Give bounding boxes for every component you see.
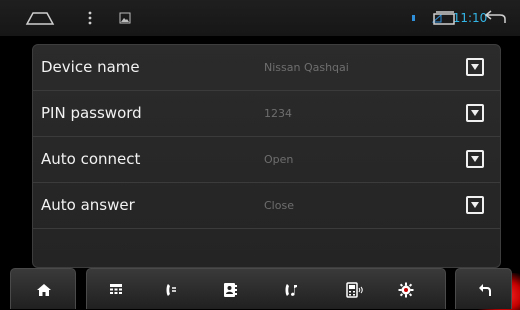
keypad-icon[interactable]	[103, 269, 129, 310]
bluetooth-dot-icon	[408, 0, 418, 36]
row-label: Auto connect	[41, 150, 141, 168]
dropdown-arrow-icon[interactable]	[466, 104, 484, 122]
row-value: 1234	[264, 107, 292, 120]
dropdown-arrow-icon[interactable]	[466, 196, 484, 214]
image-icon	[118, 0, 132, 36]
home-button[interactable]	[10, 268, 76, 309]
device-icon[interactable]	[341, 269, 369, 310]
home-outline-icon[interactable]	[22, 0, 58, 36]
home-icon	[11, 269, 77, 310]
row-value: Close	[264, 199, 294, 212]
bottom-nav-bar	[0, 268, 520, 310]
row-value: Nissan Qashqai	[264, 61, 349, 74]
back-button[interactable]	[455, 268, 512, 309]
row-label: Device name	[41, 58, 140, 76]
bluetooth-settings-panel: Device name Nissan Qashqai PIN password …	[32, 44, 501, 268]
music-icon[interactable]	[279, 269, 305, 310]
row-label: Auto answer	[41, 196, 135, 214]
call-log-icon[interactable]	[159, 269, 183, 310]
row-label: PIN password	[41, 104, 142, 122]
recent-apps-icon[interactable]	[432, 0, 456, 36]
settings-icon[interactable]	[393, 269, 419, 310]
settings-row-pin-password[interactable]: PIN password 1234	[33, 91, 500, 137]
menu-dots-icon[interactable]	[84, 0, 96, 36]
back-icon[interactable]	[480, 0, 510, 36]
back-arrow-icon	[456, 269, 513, 310]
settings-row-auto-connect[interactable]: Auto connect Open	[33, 137, 500, 183]
settings-row-device-name[interactable]: Device name Nissan Qashqai	[33, 45, 500, 91]
bluetooth-function-tabs	[86, 268, 520, 310]
settings-row-auto-answer[interactable]: Auto answer Close	[33, 183, 500, 229]
contacts-icon[interactable]	[217, 269, 243, 310]
status-bar: 11:10	[0, 0, 520, 36]
dropdown-arrow-icon[interactable]	[466, 150, 484, 168]
row-value: Open	[264, 153, 294, 166]
dropdown-arrow-icon[interactable]	[466, 58, 484, 76]
